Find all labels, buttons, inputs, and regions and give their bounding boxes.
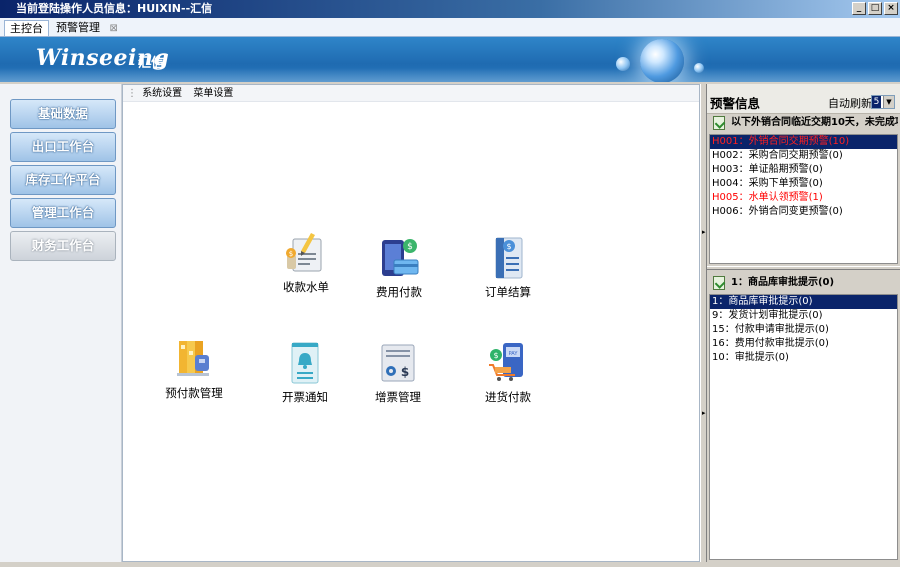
phone-payment-icon: $ (382, 239, 419, 276)
warning-item-h003[interactable]: H003：单证船期预警(0) (710, 163, 897, 177)
purchase-payment-icon: PAY $ (489, 343, 523, 381)
approval-item-16[interactable]: 16：费用付款审批提示(0) (710, 337, 897, 351)
approval-section-title: 1：商品库审批提示(0) (731, 277, 835, 288)
func-receipt[interactable]: $ 收款水单 (261, 231, 351, 295)
approval-item-9[interactable]: 9：发货计划审批提示(0) (710, 309, 897, 323)
auto-refresh-select[interactable]: 5 ▼ (871, 95, 895, 109)
approval-section-header: 1：商品库审批提示(0) (709, 274, 898, 292)
func-purchase-payment[interactable]: PAY $ 进货付款 (463, 341, 553, 405)
panel-splitter[interactable]: ▸ ▸ (700, 84, 707, 562)
maximize-button[interactable]: □ (868, 2, 882, 15)
func-invoice-notice[interactable]: 开票通知 (260, 341, 350, 405)
svg-text:PAY: PAY (509, 351, 519, 357)
warning-panel-divider[interactable] (707, 266, 900, 270)
minimize-button[interactable]: _ (852, 2, 866, 15)
warning-panel-title: 预警信息 (710, 96, 761, 111)
menu-system-settings[interactable]: 系统设置 (142, 88, 182, 99)
auto-refresh-value: 5 (872, 96, 881, 108)
func-vat-invoice-management[interactable]: $ 增票管理 (353, 341, 443, 405)
tab-label: 预警管理 (56, 21, 100, 34)
tab-warning-management[interactable]: 预警管理 ⊠ (51, 20, 123, 36)
approval-list: 1：商品库审批提示(0) 9：发货计划审批提示(0) 15：付款申请审批提示(0… (709, 294, 898, 560)
tab-bar: 主控台 预警管理 ⊠ (0, 18, 900, 37)
sidebar-item-basic-data[interactable]: 基础数据 (10, 99, 116, 129)
tab-close-icon[interactable]: ⊠ (110, 21, 118, 37)
svg-text:$: $ (407, 242, 413, 252)
grip-icon: ⋮ (127, 88, 137, 99)
menu-bar: ⋮ 系统设置 菜单设置 (123, 85, 699, 102)
window-title: 当前登陆操作人员信息：HUIXIN--汇信 (16, 2, 213, 15)
func-order-settlement[interactable]: $ 订单结算 (463, 236, 553, 300)
svg-text:$: $ (506, 242, 511, 251)
func-label: 进货付款 (485, 390, 531, 404)
warning-section-title: 以下外销合同临近交期10天，未完成项 (731, 117, 898, 128)
func-label: 订单结算 (485, 285, 531, 299)
main-content: ⋮ 系统设置 菜单设置 $ 收款水单 $ 费用付款 $ 订单结算 预付款管理 开… (122, 84, 700, 562)
svg-text:$: $ (401, 365, 409, 379)
chevron-down-icon[interactable]: ▼ (883, 96, 894, 108)
sidebar-item-export-workbench[interactable]: 出口工作台 (10, 132, 116, 162)
order-settlement-icon: $ (495, 237, 523, 279)
svg-text:$: $ (493, 351, 498, 360)
sidebar-item-finance-workbench[interactable]: 财务工作台 (10, 231, 116, 261)
prepayment-icon (177, 341, 209, 376)
window-title-bar: 当前登陆操作人员信息：HUIXIN--汇信 _ □ × (0, 0, 900, 18)
func-label: 增票管理 (375, 390, 421, 404)
invoice-notice-icon (291, 342, 319, 384)
warning-item-h004[interactable]: H004：采购下单预警(0) (710, 177, 897, 191)
tab-label: 主控台 (10, 22, 43, 35)
warning-list: H001：外销合同交期预警(10) H002：采购合同交期预警(0) H003：… (709, 134, 898, 264)
func-expense-payment[interactable]: $ 费用付款 (354, 236, 444, 300)
splitter-arrow-icon[interactable]: ▸ (702, 409, 706, 417)
globe-tiny-icon (694, 63, 704, 73)
sidebar-item-inventory-platform[interactable]: 库存工作平台 (10, 165, 116, 195)
header-banner: Winseeing 汇信 (0, 37, 900, 82)
menu-menu-settings[interactable]: 菜单设置 (193, 88, 233, 99)
approval-item-10[interactable]: 10：审批提示(0) (710, 351, 897, 365)
checklist-icon (713, 276, 725, 290)
warning-item-h006[interactable]: H006：外销合同变更预警(0) (710, 205, 897, 219)
auto-refresh-label: 自动刷新 (828, 97, 872, 110)
func-label: 开票通知 (282, 390, 328, 404)
tab-main-console[interactable]: 主控台 (4, 20, 49, 36)
close-button[interactable]: × (884, 2, 898, 15)
warning-panel-header: 预警信息 自动刷新 5 ▼ (707, 84, 900, 114)
warning-item-h001[interactable]: H001：外销合同交期预警(10) (710, 135, 897, 149)
func-prepayment-management[interactable]: 预付款管理 (149, 337, 239, 401)
func-label: 收款水单 (283, 280, 329, 294)
func-label: 费用付款 (376, 285, 422, 299)
checklist-icon (713, 116, 725, 130)
sidebar-item-management-workbench[interactable]: 管理工作台 (10, 198, 116, 228)
globe-icon (640, 39, 684, 82)
svg-text:$: $ (289, 250, 293, 258)
warning-item-h002[interactable]: H002：采购合同交期预警(0) (710, 149, 897, 163)
receipt-pen-icon: $ (286, 233, 322, 272)
approval-item-1[interactable]: 1：商品库审批提示(0) (710, 295, 897, 309)
globe-small-icon (616, 57, 630, 71)
splitter-arrow-icon[interactable]: ▸ (702, 228, 706, 236)
logo-cn-text: 汇信 (138, 56, 165, 71)
func-label: 预付款管理 (165, 386, 223, 400)
warning-section-header: 以下外销合同临近交期10天，未完成项 (709, 114, 898, 132)
sidebar: 基础数据 出口工作台 库存工作平台 管理工作台 财务工作台 (0, 84, 122, 562)
warning-item-h005[interactable]: H005：水单认领预警(1) (710, 191, 897, 205)
approval-item-15[interactable]: 15：付款申请审批提示(0) (710, 323, 897, 337)
vat-invoice-icon: $ (381, 344, 415, 382)
warning-panel: 预警信息 自动刷新 5 ▼ 以下外销合同临近交期10天，未完成项 H001：外销… (707, 84, 900, 562)
window-controls: _ □ × (852, 2, 898, 15)
